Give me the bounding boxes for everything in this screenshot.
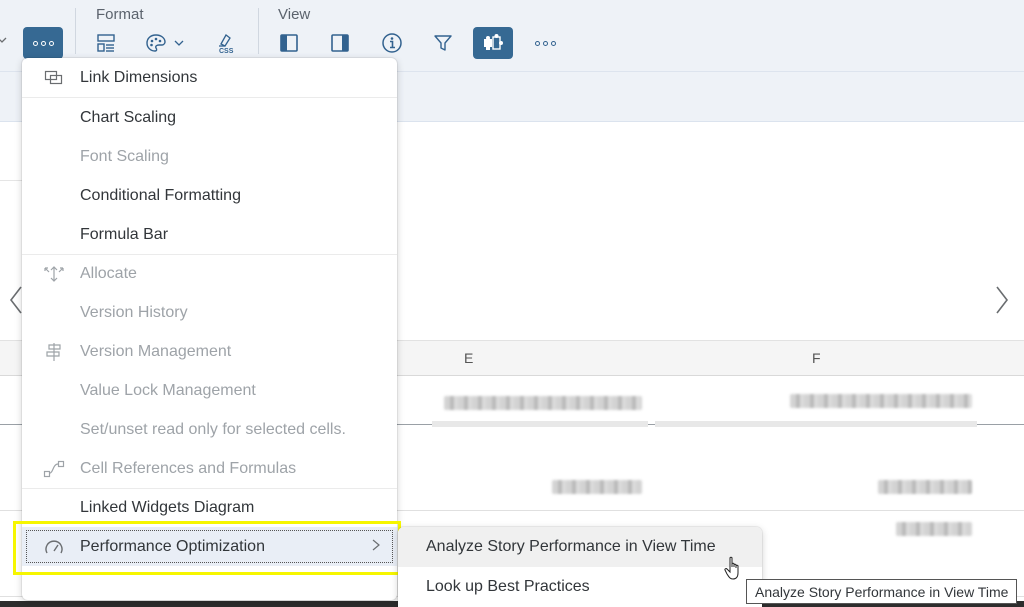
tooltip: Analyze Story Performance in View Time <box>746 579 1018 604</box>
signpost-icon <box>42 340 66 364</box>
chevron-right-icon <box>372 539 380 551</box>
palette-icon <box>146 34 166 52</box>
menu-item-label: Link Dimensions <box>80 68 198 86</box>
blurred-cell <box>552 480 642 494</box>
overflow-dots-icon <box>534 40 556 46</box>
column-header-f[interactable]: F <box>812 350 821 366</box>
menu-item-linked-widgets-diagram[interactable]: Linked Widgets Diagram <box>22 488 397 527</box>
svg-text:CSS: CSS <box>219 48 234 54</box>
widgets-button[interactable] <box>473 27 513 59</box>
submenu-item-analyze-story-performance[interactable]: Analyze Story Performance in View Time <box>398 527 762 567</box>
link-dimensions-icon <box>42 66 66 90</box>
left-panel-icon <box>280 34 298 52</box>
hand-pointer-cursor-icon <box>724 556 739 580</box>
left-panel-button[interactable] <box>269 27 309 59</box>
right-panel-icon <box>331 34 349 52</box>
menu-item-label: Version Management <box>80 342 232 360</box>
menu-item-label: Version History <box>80 303 188 321</box>
menu-item-label: Linked Widgets Diagram <box>80 498 255 516</box>
filter-icon <box>434 35 452 51</box>
gauge-icon <box>42 535 66 559</box>
blurred-cell <box>896 522 972 536</box>
view-group-label: View <box>278 6 311 23</box>
submenu-item-label: Analyze Story Performance in View Time <box>426 538 716 555</box>
menu-item-label: Font Scaling <box>80 147 169 165</box>
allocate-icon <box>42 262 66 286</box>
overflow-dots-icon <box>32 40 54 46</box>
blurred-cell <box>444 396 642 410</box>
menu-item-label: Value Lock Management <box>80 381 256 399</box>
more-actions-button[interactable] <box>23 27 63 59</box>
blurred-cell <box>790 394 972 408</box>
widgets-puzzle-icon <box>484 34 503 50</box>
menu-item-formula-bar[interactable]: Formula Bar <box>22 215 397 254</box>
info-icon <box>382 33 402 53</box>
css-button[interactable]: CSS <box>206 27 246 59</box>
blurred-cell <box>878 480 972 494</box>
menu-item-label: Chart Scaling <box>80 108 177 126</box>
cell-bar <box>432 421 648 427</box>
view-more-button[interactable] <box>525 27 565 59</box>
next-page-arrow-icon[interactable] <box>994 284 1010 316</box>
menu-item-conditional-formatting[interactable]: Conditional Formatting <box>22 176 397 215</box>
menu-item-value-lock-management: Value Lock Management <box>22 371 397 410</box>
menu-item-version-history: Version History <box>22 293 397 332</box>
right-panel-button[interactable] <box>320 27 360 59</box>
menu-item-set-read-only: Set/unset read only for selected cells. <box>22 410 397 449</box>
cell-bar <box>655 421 977 427</box>
toolbar-divider <box>75 8 76 54</box>
info-button[interactable] <box>372 27 412 59</box>
divider <box>0 180 22 181</box>
toolbar-divider <box>258 8 259 54</box>
column-header-e[interactable]: E <box>464 350 473 366</box>
menu-item-performance-optimization[interactable]: Performance Optimization <box>22 527 397 566</box>
menu-item-label: Formula Bar <box>80 225 169 243</box>
menu-item-label: Set/unset read only for selected cells. <box>80 420 346 438</box>
css-brush-icon: CSS <box>219 34 234 54</box>
submenu-item-best-practices[interactable]: Look up Best Practices <box>398 567 762 607</box>
chevron-down-icon[interactable] <box>0 34 8 46</box>
performance-optimization-submenu: Analyze Story Performance in View Time L… <box>398 527 762 607</box>
palette-button[interactable] <box>140 27 190 59</box>
menu-item-label: Conditional Formatting <box>80 186 241 204</box>
submenu-item-label: Look up Best Practices <box>426 578 590 595</box>
menu-item-label: Performance Optimization <box>80 537 265 555</box>
table-layout-icon <box>97 34 115 52</box>
menu-item-allocate: Allocate <box>22 254 397 293</box>
table-layout-button[interactable] <box>86 27 126 59</box>
filter-button[interactable] <box>423 27 463 59</box>
app-root: Format CSS View E F Link Dimensions Char… <box>0 0 1024 607</box>
menu-item-label: Cell References and Formulas <box>80 459 297 477</box>
more-actions-menu: Link Dimensions Chart Scaling Font Scali… <box>22 58 397 600</box>
menu-item-link-dimensions[interactable]: Link Dimensions <box>22 58 397 97</box>
menu-item-font-scaling: Font Scaling <box>22 137 397 176</box>
menu-item-version-management: Version Management <box>22 332 397 371</box>
menu-item-cell-references: Cell References and Formulas <box>22 449 397 488</box>
format-group-label: Format <box>96 6 144 23</box>
menu-item-label: Allocate <box>80 264 137 282</box>
chevron-down-icon <box>174 40 184 46</box>
cell-references-icon <box>42 457 66 481</box>
menu-item-chart-scaling[interactable]: Chart Scaling <box>22 98 397 137</box>
